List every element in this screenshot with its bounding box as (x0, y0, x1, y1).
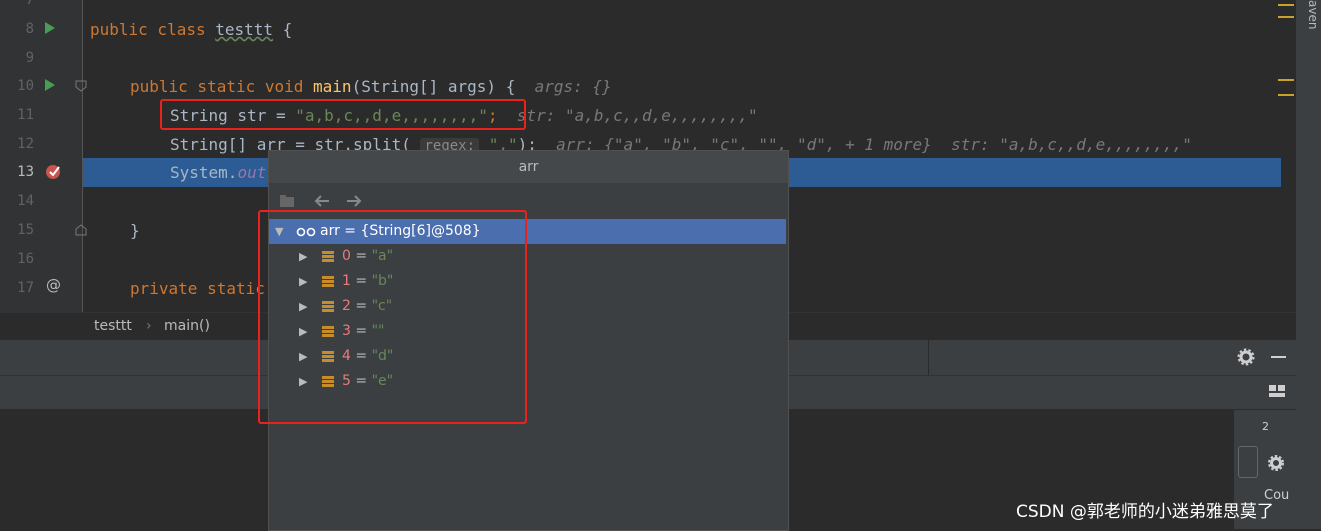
line-number: 14 (17, 193, 34, 209)
fold-icon[interactable] (75, 80, 87, 92)
popup-toolbar (279, 191, 379, 211)
editor-scrollbar[interactable] (1281, 0, 1295, 312)
panel-divider (928, 340, 929, 375)
scroll-marker[interactable] (1278, 4, 1294, 6)
code-line-8[interactable]: public class testtt { (90, 15, 292, 44)
breadcrumb-class[interactable]: testtt (94, 318, 132, 334)
scroll-marker[interactable] (1278, 16, 1294, 18)
code-line-17[interactable]: private static (130, 274, 265, 303)
fold-icon[interactable] (75, 224, 87, 236)
breadcrumb-separator: › (146, 318, 152, 334)
gutter-divider (82, 0, 83, 312)
line-number: 10 (17, 78, 34, 94)
back-arrow-icon[interactable] (313, 193, 331, 209)
line-number: 9 (25, 50, 34, 66)
override-icon[interactable]: @ (46, 276, 61, 294)
maven-tab[interactable]: aven (1298, 0, 1320, 29)
scroll-marker[interactable] (1278, 94, 1294, 96)
gear-icon[interactable] (1237, 348, 1255, 366)
watch-icon[interactable] (279, 193, 297, 209)
breakpoint-icon[interactable] (45, 162, 63, 180)
line-number: 13 (17, 164, 34, 180)
popup-title: arr (269, 151, 788, 183)
line-number: 16 (17, 251, 34, 267)
breadcrumb-method[interactable]: main() (164, 318, 210, 334)
code-line-10[interactable]: public static void main(String[] args) {… (130, 72, 612, 101)
watermark: CSDN @郭老师的小迷弟雅思莫了 (1016, 502, 1274, 522)
right-tool-strip (1296, 0, 1321, 529)
line-number: 11 (17, 107, 34, 123)
annotation-box-line-11 (160, 99, 526, 130)
layout-icon[interactable] (1268, 384, 1288, 400)
line-number: 15 (17, 222, 34, 238)
layout-count[interactable]: 2 (1262, 420, 1269, 433)
run-icon[interactable] (44, 78, 56, 92)
code-line-15[interactable]: } (130, 216, 140, 245)
code-line-13[interactable]: System.out (170, 158, 266, 187)
forward-arrow-icon[interactable] (345, 193, 363, 209)
line-number: 8 (25, 21, 34, 37)
line-number: 7 (25, 0, 34, 8)
gear-icon[interactable] (1267, 454, 1285, 472)
line-number: 12 (17, 136, 34, 152)
annotation-box-array (258, 210, 527, 424)
run-icon[interactable] (44, 21, 56, 35)
line-number: 17 (17, 280, 34, 296)
scroll-marker[interactable] (1278, 79, 1294, 81)
search-box[interactable] (1238, 446, 1258, 478)
minimize-icon[interactable] (1271, 356, 1286, 358)
